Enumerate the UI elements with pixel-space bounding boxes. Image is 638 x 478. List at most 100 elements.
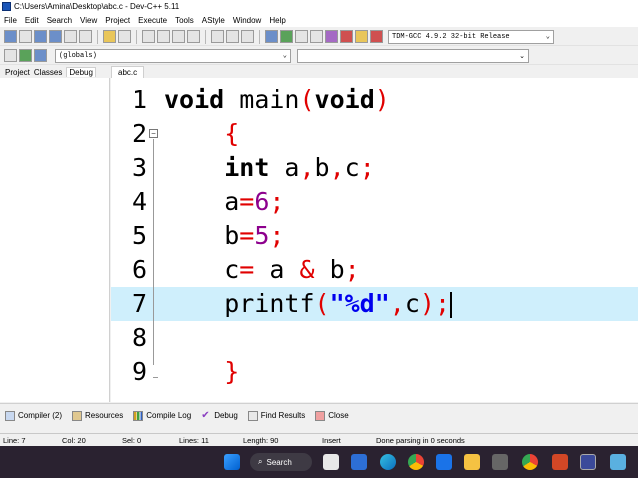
code-token: , [299,153,315,182]
code-token: ( [299,85,315,114]
code-token: , [329,153,345,182]
undo-icon[interactable] [103,30,116,43]
save-all-icon[interactable] [49,30,62,43]
tab-abc-c[interactable]: abc.c [111,66,145,78]
window-title: C:\Users\Amina\Desktop\abc.c - Dev-C++ 5… [14,2,180,11]
menu-execute[interactable]: Execute [138,16,167,25]
run-icon[interactable] [280,30,293,43]
editor-line[interactable]: 5 b=5; [111,219,638,253]
editor-line[interactable]: 7 printf("%d",c); [111,287,638,321]
fold-end-marker [153,377,158,378]
editor-line[interactable]: 9 } [111,355,638,389]
editor-line[interactable]: 1 void main(void) [111,83,638,117]
menu-edit[interactable]: Edit [25,16,39,25]
code-text: b=5; [164,219,284,253]
tab-compile-log[interactable]: Compile Log [133,410,191,421]
goto-line-icon[interactable] [172,30,185,43]
photos-icon[interactable] [610,454,626,470]
task-view-icon[interactable] [323,454,339,470]
windows-start-icon[interactable] [224,454,240,470]
file-explorer-icon[interactable] [464,454,480,470]
chrome-icon[interactable] [408,454,424,470]
tab-debug-label: Debug [214,411,238,420]
tab-resources[interactable]: Resources [72,410,123,421]
menu-view[interactable]: View [80,16,97,25]
line-number: 5 [131,221,147,250]
code-token: a [254,255,300,284]
taskbar-search[interactable]: ⌕ Search [250,453,312,471]
chevron-down-icon: ⌄ [282,52,287,60]
replace-icon[interactable] [157,30,170,43]
chevron-down-icon: ⌄ [519,52,525,60]
tab-debug-output[interactable]: ✔ Debug [201,409,238,421]
compile-icon[interactable] [265,30,278,43]
save-icon[interactable] [34,30,47,43]
editor-line[interactable]: 8 [111,321,638,355]
tab-classes[interactable]: Classes [34,68,62,77]
rebuild-icon[interactable] [310,30,323,43]
dropbox-icon[interactable] [351,454,367,470]
settings-icon[interactable] [492,454,508,470]
scope-select[interactable]: (globals) ⌄ [55,48,291,63]
editor-line-partial: 10 [111,385,638,402]
menu-astyle[interactable]: AStyle [202,16,225,25]
indent-icon[interactable] [211,30,224,43]
status-sel: Sel: 0 [122,436,142,445]
compiler-select[interactable]: TDM-GCC 4.9.2 32-bit Release ⌄ [388,29,554,44]
editor-line[interactable]: 2 { [111,117,638,151]
menu-search[interactable]: Search [47,16,72,25]
code-token: ); [419,289,451,318]
tab-close[interactable]: Close [315,410,349,421]
close-file-icon[interactable] [64,30,77,43]
code-text: } [164,355,239,389]
code-token: b [164,221,240,250]
tab-project[interactable]: Project [5,68,30,77]
compile-run-icon[interactable] [295,30,308,43]
syntax-check-icon[interactable] [325,30,338,43]
unindent-icon[interactable] [226,30,239,43]
line-number: 8 [131,323,147,352]
stop-execution-icon[interactable] [340,30,353,43]
code-token: ) [374,85,390,114]
menu-window[interactable]: Window [233,16,261,25]
redo-icon[interactable] [118,30,131,43]
code-text: c= a & b; [164,253,360,287]
fold-toggle-icon[interactable]: − [149,129,158,138]
insert-icon[interactable] [4,49,17,62]
tab-find-results[interactable]: Find Results [247,410,305,421]
line-number: 2 [131,119,147,148]
chrome-profile-icon[interactable] [522,454,538,470]
status-mode: Insert [322,436,341,445]
toggle-comment-icon[interactable] [241,30,254,43]
menu-file[interactable]: File [4,16,17,25]
function-select[interactable]: ⌄ [297,48,529,63]
open-file-icon[interactable] [19,30,32,43]
new-file-icon[interactable] [4,30,17,43]
editor-line[interactable]: 3 int a,b,c; [111,151,638,185]
code-token: c [404,289,420,318]
code-editor[interactable]: 1 void main(void) 2 {3 int a,b,c; 4 a=6; 5 b… [111,78,638,402]
debug-check-icon: ✔ [201,409,210,421]
editor-line[interactable]: 6 c= a & b; [111,253,638,287]
mail-icon[interactable] [436,454,452,470]
powerpoint-icon[interactable] [552,454,568,470]
bookmark-icon[interactable] [187,30,200,43]
toolbar-separator [97,29,98,44]
debug-icon[interactable] [370,30,383,43]
profile-icon[interactable] [355,30,368,43]
menu-tools[interactable]: Tools [175,16,194,25]
find-icon[interactable] [142,30,155,43]
code-token: "%d" [329,289,390,318]
print-icon[interactable] [79,30,92,43]
goto-bookmark-icon[interactable] [34,49,47,62]
tab-compiler[interactable]: Compiler (2) [5,410,62,421]
devcpp-taskbar-icon[interactable] [580,454,596,470]
toggle-bookmark-icon[interactable] [19,49,32,62]
edge-icon[interactable] [380,454,396,470]
editor-line[interactable]: 4 a=6; [111,185,638,219]
tab-debug[interactable]: Debug [66,67,96,77]
menu-help[interactable]: Help [269,16,285,25]
menu-project[interactable]: Project [105,16,130,25]
